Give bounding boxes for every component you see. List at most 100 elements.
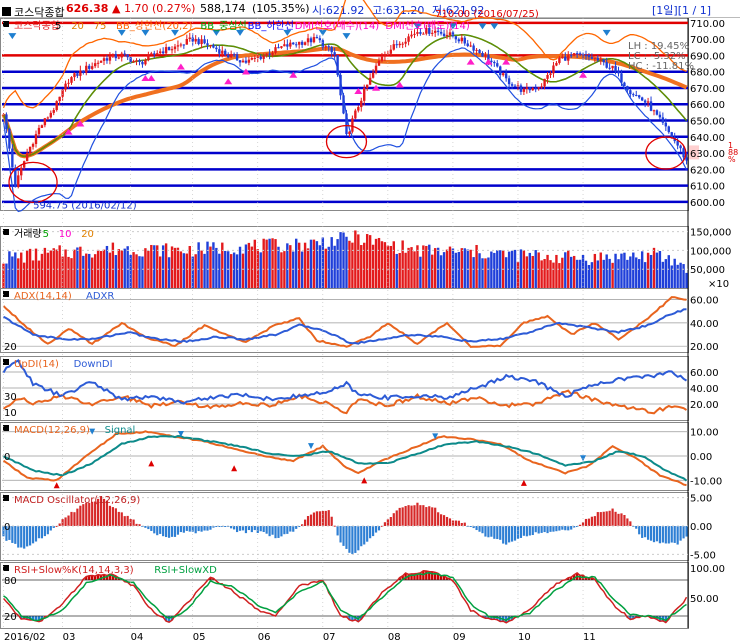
oscillator-bar	[271, 526, 274, 535]
volume-bar	[324, 248, 327, 288]
volume-bar	[661, 261, 665, 288]
oscillator-bar	[561, 526, 564, 530]
y-tick-label: 0.00	[690, 522, 712, 533]
volume-bar	[31, 260, 35, 288]
oscillator-bar	[410, 505, 413, 526]
candle-body	[363, 87, 366, 101]
volume-bar	[537, 252, 540, 288]
candle-body	[274, 47, 277, 53]
legend-item[interactable]: BB_하한선	[248, 19, 294, 32]
candle-body	[652, 110, 656, 112]
volume-bar	[590, 262, 594, 288]
candle-body	[410, 34, 413, 37]
legend-item[interactable]: DownDI	[74, 359, 113, 370]
right-tag: %	[728, 155, 736, 164]
candle-body	[232, 54, 236, 56]
y-tick-label: -5.00	[690, 550, 716, 561]
oscillator-bar	[383, 522, 387, 526]
legend-item[interactable]: 5	[43, 229, 49, 240]
volume-bar	[259, 252, 262, 288]
volume-bar	[212, 242, 215, 288]
oscillator-bar	[150, 526, 153, 531]
legend-item[interactable]: ADXR	[86, 291, 114, 302]
volume-bar	[14, 252, 17, 288]
oscillator-bar	[88, 502, 91, 526]
volume-bar	[34, 248, 38, 288]
candle-body	[259, 56, 262, 59]
oscillator-bar	[552, 526, 555, 532]
volume-bar	[685, 272, 688, 288]
volume-bar	[431, 254, 434, 288]
volume-bar	[67, 256, 70, 288]
volume-bar	[368, 235, 372, 288]
legend-item[interactable]: UpDI(14)	[14, 359, 59, 370]
oscillator-bar	[241, 526, 245, 531]
oscillator-bar	[481, 526, 484, 534]
volume-bar	[52, 248, 55, 288]
oscillator-bar	[398, 507, 401, 526]
legend-item[interactable]: DMI신호(매도)(14)	[385, 20, 470, 32]
legend-item[interactable]: BB_중심선	[200, 20, 246, 32]
oscillator-bar	[682, 526, 685, 539]
legend-item[interactable]: RSI+Slow%K(14,14,3,3)	[14, 565, 134, 576]
y-tick-label: 50.00	[690, 594, 719, 605]
candle-body	[572, 53, 576, 56]
legend-item[interactable]: 10	[59, 229, 72, 240]
candle-body	[413, 33, 416, 35]
volume-bar	[265, 239, 268, 288]
y-tick-label: 660.00	[690, 100, 725, 111]
candle-body	[522, 88, 526, 92]
oscillator-bar	[132, 519, 135, 526]
oscillator-bar	[230, 526, 233, 529]
candle-body	[617, 71, 620, 74]
legend-item[interactable]: RSI+SlowXD	[154, 565, 217, 576]
volume-bar	[380, 241, 384, 288]
candle-body	[173, 46, 177, 50]
volume-bar	[167, 257, 171, 288]
volume-bar	[188, 245, 191, 288]
volume-bar	[617, 259, 620, 288]
legend-item[interactable]: MACD Oscillator(12,26,9)	[14, 495, 140, 506]
legend-item[interactable]: 거래량	[14, 228, 42, 240]
volume-bar	[425, 245, 428, 288]
legend-item[interactable]: 5	[55, 21, 61, 32]
legend-item[interactable]: BB_상한선(20,2)	[116, 20, 192, 32]
volume-bar	[132, 252, 135, 288]
left-tag: 0	[4, 522, 10, 533]
legend-item[interactable]: ADX(14,14)	[14, 291, 72, 302]
oscillator-bar	[256, 526, 259, 533]
legend-item[interactable]: MACD(12,26,9)	[14, 425, 90, 436]
oscillator-bar	[342, 526, 345, 546]
oscillator-bar	[540, 526, 543, 533]
candle-body	[345, 113, 348, 135]
info-box-line: HC : -11.81%	[628, 61, 694, 72]
candle-body	[348, 131, 351, 135]
y-tick-label: 600.00	[690, 198, 725, 209]
oscillator-bar	[31, 526, 35, 544]
candle-body	[330, 47, 333, 53]
y-tick-label: 700.00	[690, 35, 725, 46]
volume-bar	[419, 256, 422, 288]
oscillator-bar	[194, 526, 197, 534]
oscillator-bar	[502, 526, 505, 544]
volume-bar	[593, 253, 597, 288]
oscillator-bar	[339, 526, 342, 543]
volume-bar	[655, 252, 659, 288]
legend-item[interactable]: 코스닥종합	[14, 20, 60, 32]
candle-body	[126, 54, 129, 58]
legend-item[interactable]: DMI신호(매수)(14)	[295, 20, 380, 32]
volume-unit: ×10	[708, 279, 729, 290]
candle-body	[327, 46, 330, 48]
legend-item[interactable]: 75	[94, 21, 107, 32]
y-tick-label: 680.00	[690, 68, 725, 79]
volume-bar	[232, 252, 236, 288]
candle-body	[20, 167, 23, 176]
candle-body	[55, 101, 58, 111]
volume-bar	[342, 232, 345, 288]
candle-body	[354, 110, 357, 119]
legend-item[interactable]: 20	[71, 21, 84, 32]
oscillator-bar	[23, 526, 26, 549]
legend-item[interactable]: 20	[81, 229, 94, 240]
oscillator-bar	[522, 526, 525, 536]
volume-bar	[448, 246, 452, 288]
